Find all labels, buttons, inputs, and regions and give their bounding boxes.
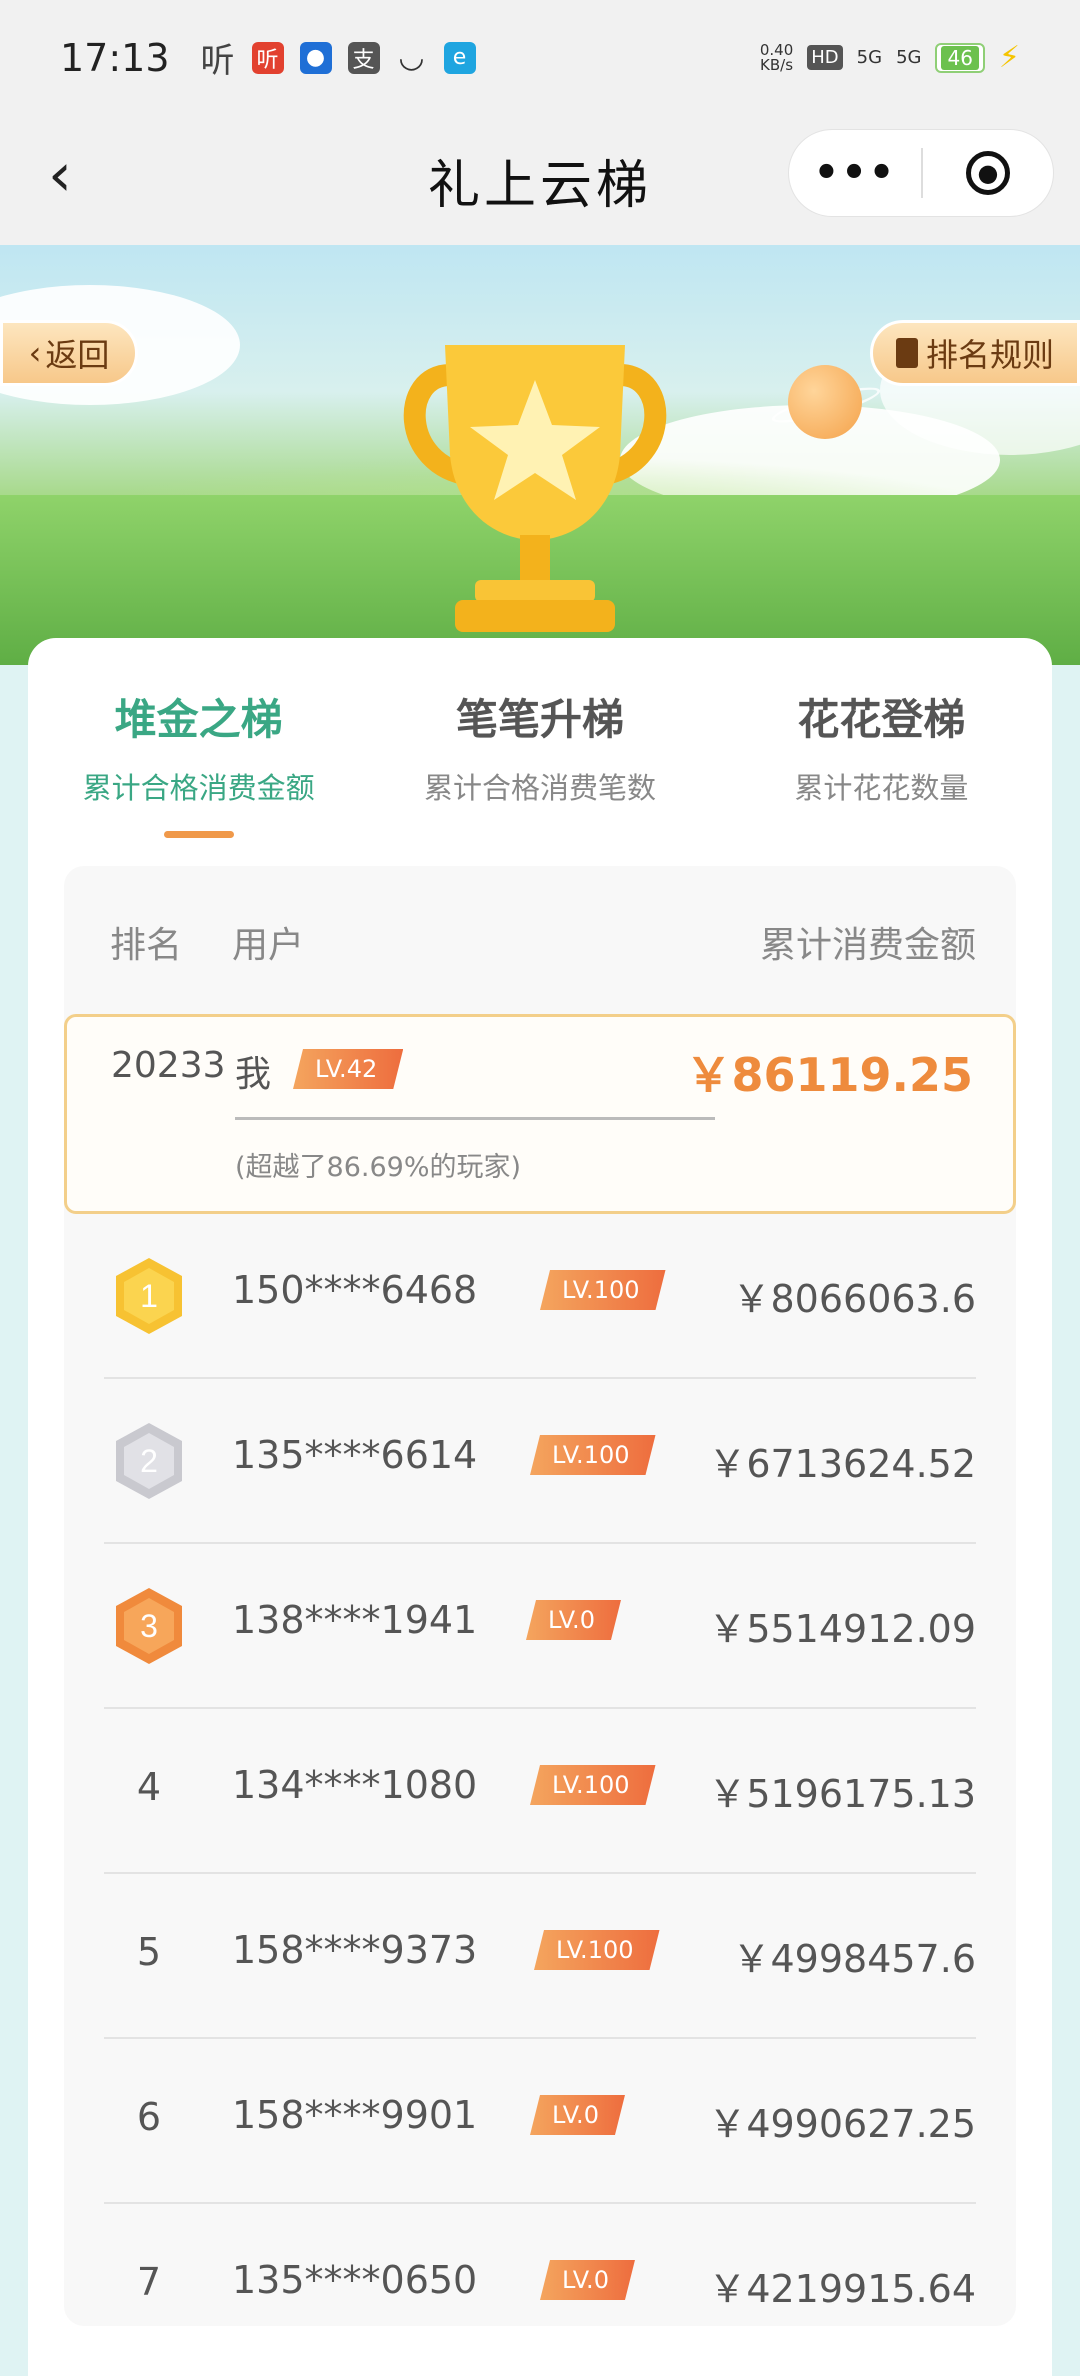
level-badge: LV.100 bbox=[530, 1765, 656, 1805]
medal-rank: 1 bbox=[140, 1278, 158, 1314]
user-phone: 135****6614 bbox=[232, 1433, 478, 1477]
listen-red-app-icon: 听 bbox=[251, 41, 284, 74]
user-amount: ￥4990627.25 bbox=[708, 2102, 976, 2146]
signal-icon-2: 5G bbox=[896, 47, 922, 68]
level-badge: LV.100 bbox=[534, 1930, 660, 1970]
ranking-rules-button[interactable]: 排名规则 bbox=[870, 320, 1080, 386]
table-row: 1 150****6468 LV.100 ￥8066063.6 bbox=[64, 1214, 1016, 1379]
ranking-rules-label: 排名规则 bbox=[925, 336, 1054, 374]
nav-bar: ‹ 礼上云梯 ••• ● bbox=[0, 115, 1080, 245]
tab-flower-ladder[interactable]: 花花登梯 累计花花数量 bbox=[711, 686, 1052, 816]
planet-decoration bbox=[788, 365, 862, 439]
my-rank: 20233 bbox=[111, 1045, 226, 1086]
ranking-table: 排名 用户 累计消费金额 20233 我 LV.42 ￥86119.25 (超越… bbox=[64, 866, 1016, 2326]
hero-banner: ‹ 返回 排名规则 bbox=[0, 245, 1080, 665]
user-amount: ￥6713624.52 bbox=[708, 1442, 976, 1486]
table-row: 5 158****9373 LV.100 ￥4998457.6 bbox=[64, 1874, 1016, 2039]
tab-gold-ladder[interactable]: 堆金之梯 累计合格消费金额 bbox=[28, 686, 369, 838]
tab-title: 堆金之梯 bbox=[114, 695, 283, 744]
network-speed: 0.40 KB/s bbox=[760, 42, 794, 74]
tab-subtitle: 累计合格消费笔数 bbox=[423, 771, 656, 805]
header-rank: 排名 bbox=[110, 925, 183, 966]
charging-icon: ⚡ bbox=[998, 40, 1020, 75]
level-badge: LV.0 bbox=[540, 2260, 635, 2300]
level-badge: LV.0 bbox=[530, 2095, 625, 2135]
level-badge: LV.42 bbox=[293, 1049, 403, 1089]
table-row: 2 135****6614 LV.100 ￥6713624.52 bbox=[64, 1379, 1016, 1544]
hero-back-label: 返回 bbox=[45, 336, 110, 374]
rank-number: 5 bbox=[136, 1930, 162, 1974]
leaderboard-card: 堆金之梯 累计合格消费金额 笔笔升梯 累计合格消费笔数 花花登梯 累计花花数量 … bbox=[28, 638, 1052, 2376]
header-amount: 累计消费金额 bbox=[759, 925, 976, 966]
signal-icon-1: 5G bbox=[856, 47, 883, 68]
level-badge: LV.100 bbox=[540, 1270, 666, 1310]
medal-rank: 3 bbox=[140, 1608, 158, 1644]
cup-app-icon: ◡ bbox=[398, 40, 425, 75]
hd-icon: HD bbox=[807, 45, 843, 70]
miniprogram-capsule: ••• ● bbox=[788, 129, 1054, 217]
tab-subtitle: 累计花花数量 bbox=[794, 771, 969, 805]
table-row: 4 134****1080 LV.100 ￥5196175.13 bbox=[64, 1709, 1016, 1874]
silver-medal-icon: 2 bbox=[116, 1423, 182, 1499]
gold-medal-icon: 1 bbox=[116, 1258, 182, 1334]
user-phone: 150****6468 bbox=[232, 1268, 478, 1312]
alipay-app-icon: 支 bbox=[347, 41, 380, 74]
hero-back-button[interactable]: ‹ 返回 bbox=[0, 320, 138, 386]
trophy-icon bbox=[403, 345, 667, 632]
rank-number: 7 bbox=[136, 2260, 162, 2304]
tab-title: 花花登梯 bbox=[797, 695, 966, 744]
active-tab-indicator bbox=[163, 831, 234, 838]
ranking-tabs: 堆金之梯 累计合格消费金额 笔笔升梯 累计合格消费笔数 花花登梯 累计花花数量 bbox=[28, 686, 1052, 838]
header-user: 用户 bbox=[232, 925, 305, 966]
bronze-medal-icon: 3 bbox=[116, 1588, 182, 1664]
level-badge: LV.0 bbox=[526, 1600, 621, 1640]
my-percentile: (超越了86.69%的玩家) bbox=[235, 1152, 522, 1183]
battery-icon: 46 bbox=[935, 42, 985, 73]
status-time: 17:13 bbox=[60, 35, 170, 80]
divider bbox=[235, 1117, 715, 1120]
chevron-left-icon: ‹ bbox=[28, 334, 42, 372]
more-button[interactable]: ••• bbox=[789, 150, 921, 196]
user-phone: 134****1080 bbox=[232, 1763, 478, 1807]
tab-count-ladder[interactable]: 笔笔升梯 累计合格消费笔数 bbox=[369, 686, 710, 816]
notification-icons: 听 听 ● 支 ◡ e bbox=[200, 40, 476, 81]
battery-level: 46 bbox=[941, 45, 979, 70]
table-row: 3 138****1941 LV.0 ￥5514912.09 bbox=[64, 1544, 1016, 1709]
my-amount: ￥86119.25 bbox=[685, 1048, 973, 1102]
system-icons: 0.40 KB/s HD 5G 5G 46 ⚡ bbox=[760, 40, 1020, 75]
user-phone: 138****1941 bbox=[232, 1598, 478, 1642]
table-row: 6 158****9901 LV.0 ￥4990627.25 bbox=[64, 2039, 1016, 2204]
document-icon bbox=[895, 338, 918, 368]
table-row: 7 135****0650 LV.0 ￥4219915.64 bbox=[64, 2204, 1016, 2326]
browser-app-icon: e bbox=[443, 41, 476, 74]
tab-title: 笔笔升梯 bbox=[455, 695, 624, 744]
user-amount: ￥8066063.6 bbox=[732, 1277, 977, 1321]
my-name: 我 bbox=[235, 1054, 272, 1095]
rank-number: 6 bbox=[136, 2095, 162, 2139]
rank-number: 4 bbox=[136, 1765, 162, 1809]
user-phone: 158****9901 bbox=[232, 2093, 478, 2137]
user-amount: ￥5196175.13 bbox=[708, 1772, 976, 1816]
user-phone: 158****9373 bbox=[232, 1928, 478, 1972]
close-circle-icon: ● bbox=[966, 151, 1010, 195]
my-ranking-row: 20233 我 LV.42 ￥86119.25 (超越了86.69%的玩家) bbox=[64, 1014, 1016, 1214]
ranking-list: 1 150****6468 LV.100 ￥8066063.6 2 135***… bbox=[64, 1214, 1016, 2326]
user-amount: ￥4998457.6 bbox=[732, 1937, 977, 1981]
close-button[interactable]: ● bbox=[923, 151, 1053, 195]
user-phone: 135****0650 bbox=[232, 2258, 478, 2302]
user-amount: ￥4219915.64 bbox=[708, 2267, 976, 2311]
tab-subtitle: 累计合格消费金额 bbox=[82, 771, 315, 805]
network-speed-unit: KB/s bbox=[760, 55, 794, 74]
status-bar: 17:13 听 听 ● 支 ◡ e 0.40 KB/s HD 5G 5G 46 … bbox=[0, 0, 1080, 115]
medal-rank: 2 bbox=[140, 1443, 158, 1479]
level-badge: LV.100 bbox=[530, 1435, 656, 1475]
user-amount: ￥5514912.09 bbox=[708, 1607, 976, 1651]
listen-app-icon: 听 bbox=[200, 41, 235, 81]
table-header: 排名 用户 累计消费金额 bbox=[64, 866, 1016, 1014]
chat-app-icon: ● bbox=[299, 41, 332, 74]
